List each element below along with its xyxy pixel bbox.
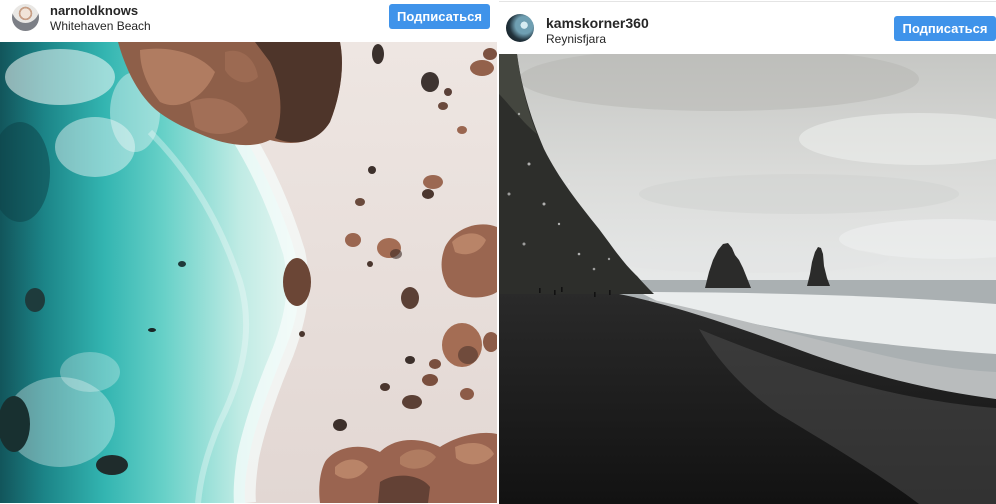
post-image[interactable] bbox=[499, 54, 996, 504]
post-card-narnoldknows: narnoldknows Whitehaven Beach Подписатьс… bbox=[0, 0, 497, 503]
post-header: narnoldknows Whitehaven Beach Подписатьс… bbox=[0, 0, 497, 42]
follow-button[interactable]: Подписаться bbox=[894, 16, 996, 41]
avatar[interactable] bbox=[506, 14, 534, 42]
location-link[interactable]: Reynisfjara bbox=[546, 32, 606, 46]
username-link[interactable]: kamskorner360 bbox=[546, 15, 649, 31]
avatar[interactable] bbox=[12, 4, 39, 31]
post-image[interactable] bbox=[0, 42, 497, 503]
username-link[interactable]: narnoldknows bbox=[50, 3, 138, 18]
follow-button[interactable]: Подписаться bbox=[389, 4, 490, 29]
post-card-kamskorner360: kamskorner360 Reynisfjara Подписаться bbox=[499, 1, 996, 504]
post-header: kamskorner360 Reynisfjara Подписаться bbox=[499, 2, 996, 54]
location-link[interactable]: Whitehaven Beach bbox=[50, 19, 151, 33]
